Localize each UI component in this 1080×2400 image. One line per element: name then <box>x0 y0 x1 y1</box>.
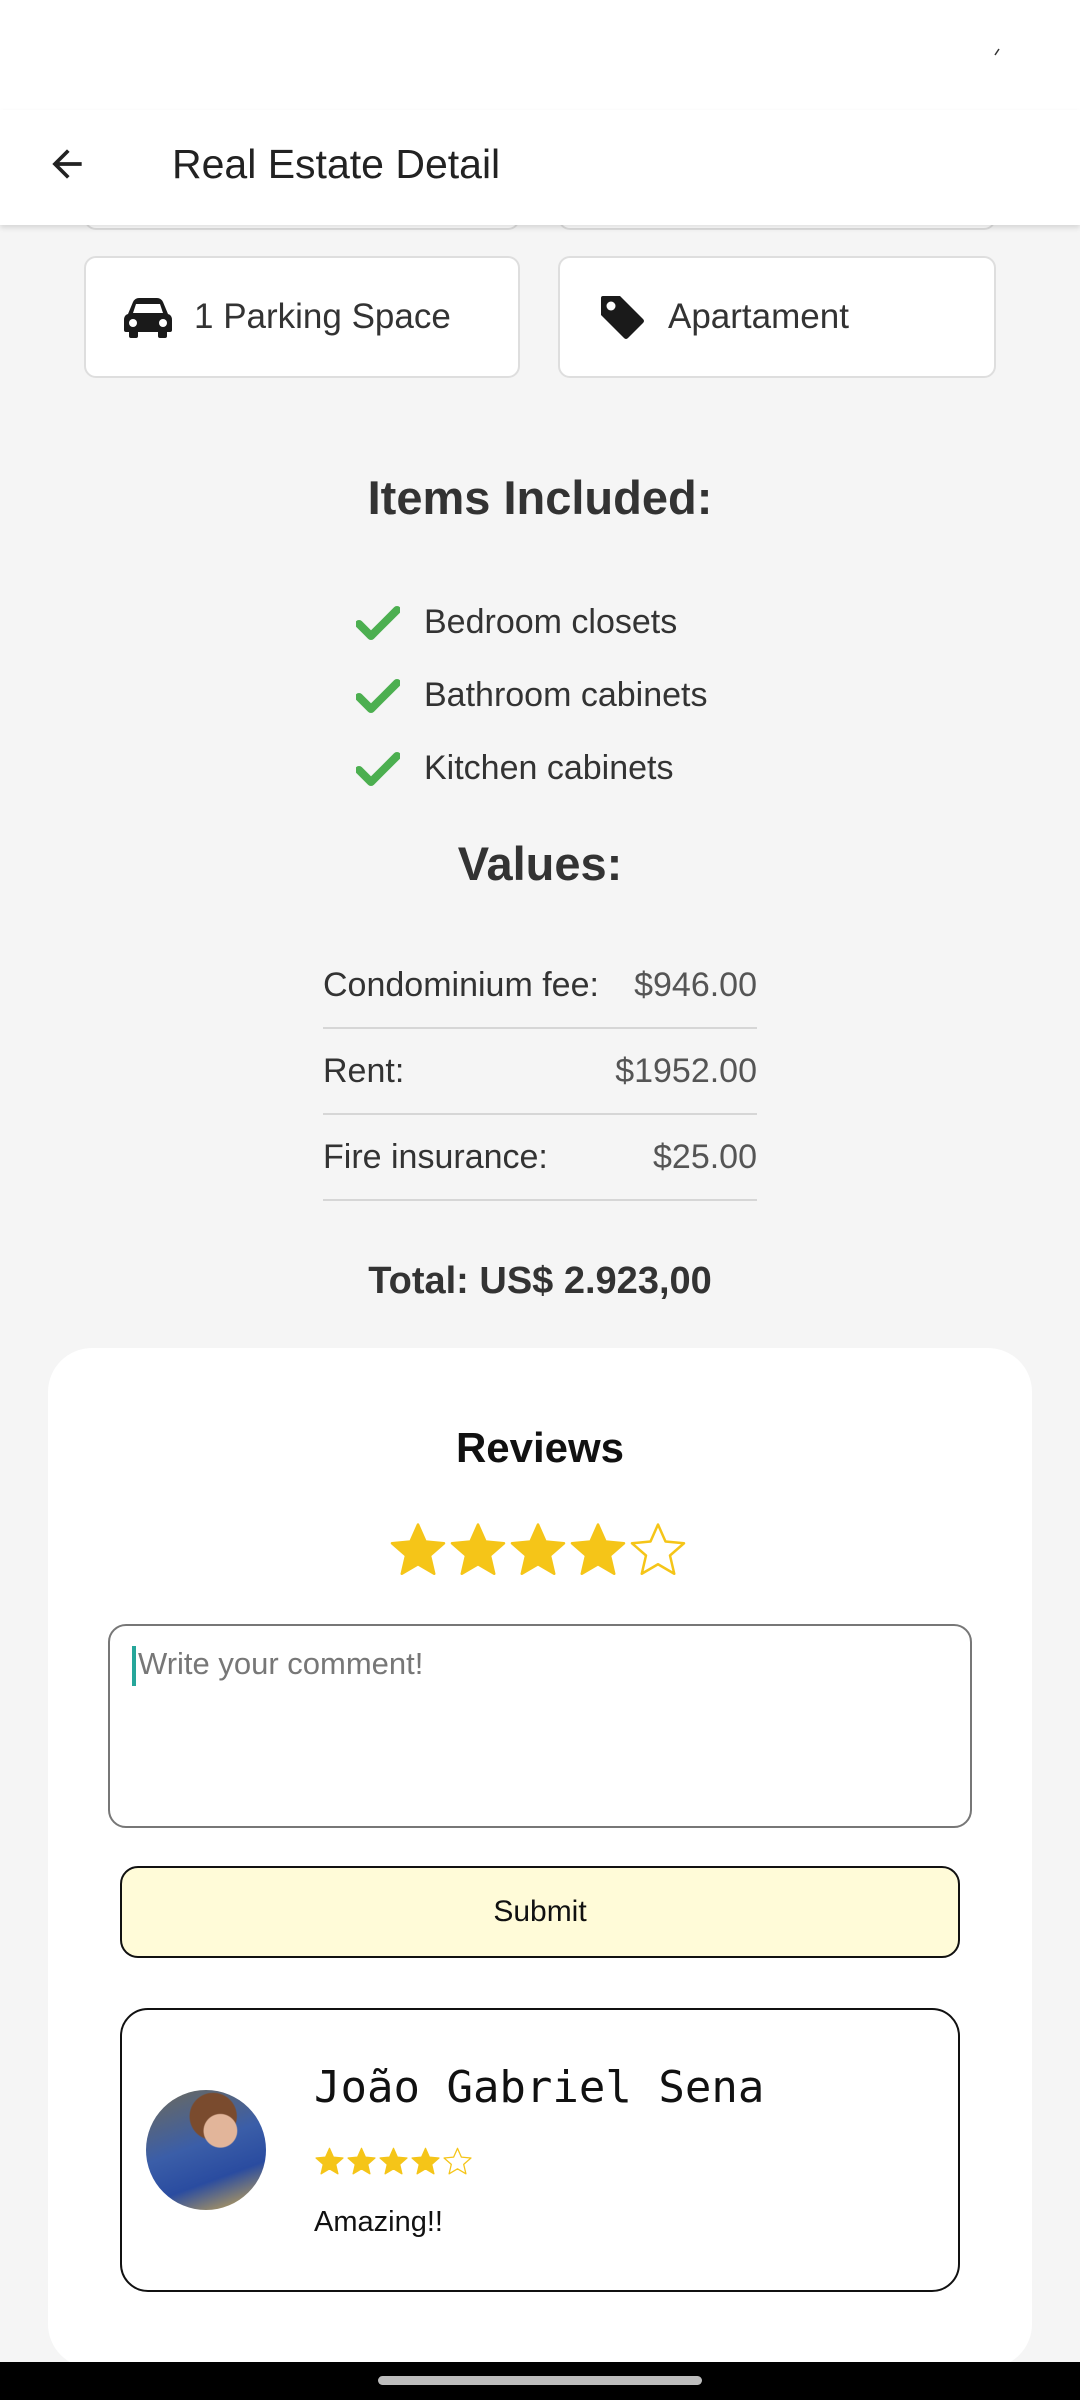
review-rating <box>314 2146 474 2177</box>
feature-chip-parking: 1 Parking Space <box>84 256 520 378</box>
check-icon <box>356 676 402 716</box>
list-item: Kitchen cabinets <box>356 732 708 805</box>
comment-placeholder: Write your comment! <box>138 1646 424 1682</box>
app-bar: Real Estate Detail <box>0 110 1080 225</box>
included-item-label: Bathroom cabinets <box>424 676 708 714</box>
table-row: Fire insurance: $25.00 <box>323 1115 757 1201</box>
star-outline-icon[interactable] <box>628 1520 688 1580</box>
review-item: João Gabriel Sena Amazing!! <box>120 2008 960 2292</box>
table-row: Condominium fee: $946.00 <box>323 943 757 1029</box>
home-handle[interactable] <box>378 2376 702 2385</box>
list-item: Bedroom closets <box>356 586 708 659</box>
arrow-left-icon <box>52 149 82 179</box>
text-caret <box>132 1646 136 1686</box>
included-item-label: Bedroom closets <box>424 603 678 641</box>
avatar <box>146 2090 266 2210</box>
feature-label: 1 Parking Space <box>194 297 451 336</box>
value-label: Condominium fee: <box>323 965 599 1004</box>
list-item: Bathroom cabinets <box>356 659 708 732</box>
star-filled-icon <box>315 2147 344 2175</box>
star-filled-icon[interactable] <box>388 1520 448 1580</box>
value-label: Fire insurance: <box>323 1137 548 1176</box>
car-icon <box>122 291 174 343</box>
reviews-title: Reviews <box>455 1424 625 1471</box>
review-text: Amazing!! <box>314 2206 443 2238</box>
included-item-label: Kitchen cabinets <box>424 749 674 787</box>
included-list: Bedroom closets Bathroom cabinets Kitche… <box>356 586 708 805</box>
star-outline-icon <box>443 2147 472 2175</box>
star-filled-icon <box>347 2147 376 2175</box>
comment-input[interactable]: Write your comment! <box>108 1624 972 1828</box>
check-icon <box>356 749 402 789</box>
page-title: Real Estate Detail <box>172 141 501 187</box>
values-table: Condominium fee: $946.00 Rent: $1952.00 … <box>323 943 757 1201</box>
table-row: Rent: $1952.00 <box>323 1029 757 1115</box>
value-amount: $946.00 <box>634 965 757 1004</box>
status-bar <box>0 0 1080 110</box>
tag-icon <box>596 291 648 343</box>
star-filled-icon <box>411 2147 440 2175</box>
check-icon <box>356 603 402 643</box>
system-nav-bar <box>0 2362 1080 2400</box>
feature-label: Apartament <box>668 297 849 336</box>
value-amount: $1952.00 <box>615 1051 757 1090</box>
reviewer-name: João Gabriel Sena <box>314 2062 765 2113</box>
feature-chip-type: Apartament <box>558 256 996 378</box>
back-button[interactable] <box>38 135 96 193</box>
items-included-title: Items Included: <box>367 471 713 524</box>
star-filled-icon <box>379 2147 408 2175</box>
star-filled-icon[interactable] <box>508 1520 568 1580</box>
rating-input[interactable] <box>388 1520 688 1580</box>
star-filled-icon[interactable] <box>448 1520 508 1580</box>
values-title: Values: <box>457 837 623 890</box>
total-value: Total: US$ 2.923,00 <box>368 1260 712 1302</box>
reviews-card: Reviews Write your comment! Submit João … <box>48 1348 1032 2368</box>
value-amount: $25.00 <box>653 1137 757 1176</box>
star-filled-icon[interactable] <box>568 1520 628 1580</box>
value-label: Rent: <box>323 1051 405 1090</box>
status-indicator-icon <box>994 48 1000 56</box>
submit-button[interactable]: Submit <box>120 1866 960 1958</box>
